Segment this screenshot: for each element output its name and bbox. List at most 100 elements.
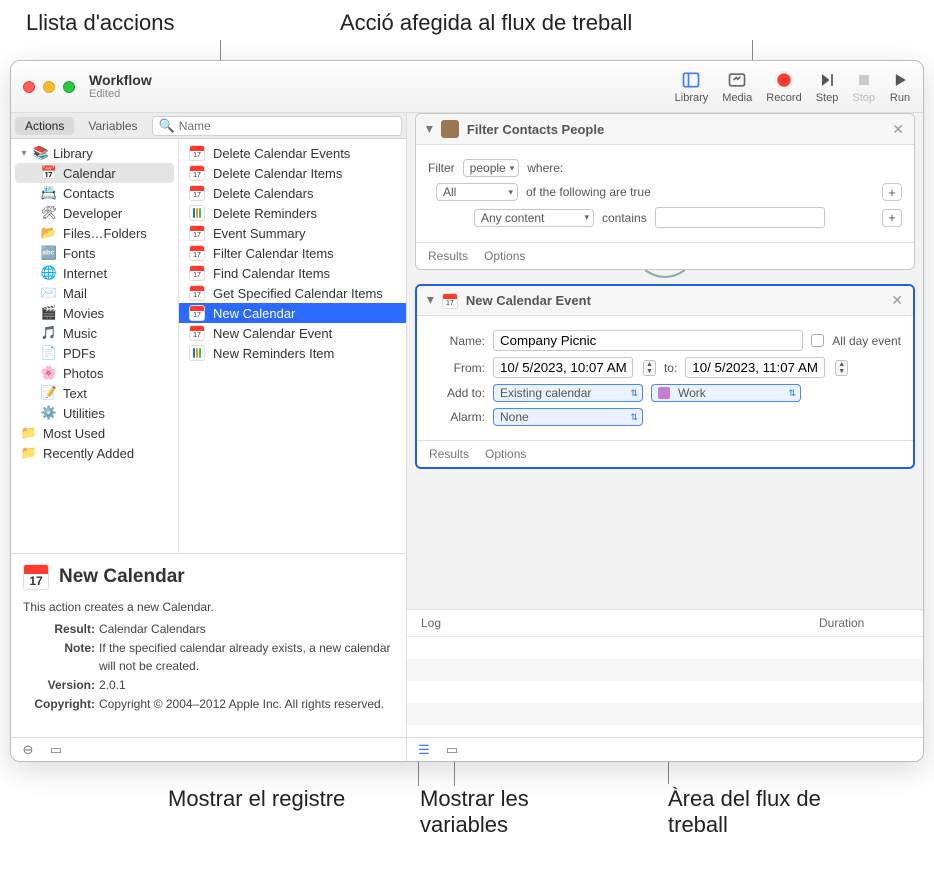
layout-icon[interactable]: ▭ bbox=[47, 741, 65, 759]
addto-select[interactable]: Existing calendar⇅ bbox=[493, 384, 643, 402]
toolbar-label: Step bbox=[816, 92, 839, 104]
action-delete-reminders[interactable]: Delete Reminders bbox=[179, 203, 406, 223]
action-delete-calendars[interactable]: 17Delete Calendars bbox=[179, 183, 406, 203]
action-find-calendar-items[interactable]: 17Find Calendar Items bbox=[179, 263, 406, 283]
category-fonts[interactable]: 🔤Fonts bbox=[11, 243, 178, 263]
category-developer[interactable]: 🛠Developer bbox=[11, 203, 178, 223]
show-variables-button[interactable]: ▭ bbox=[443, 741, 461, 759]
library-toggle-button[interactable]: Library bbox=[675, 70, 709, 104]
calendar-select[interactable]: Work⇅ bbox=[651, 384, 801, 402]
overflow-icon[interactable]: ⊖ bbox=[19, 741, 37, 759]
action-new-calendar[interactable]: 17 New Calendar bbox=[179, 303, 406, 323]
all-value: All bbox=[443, 185, 456, 199]
action-title: New Calendar Event bbox=[466, 293, 591, 308]
add-condition-button[interactable]: + bbox=[882, 209, 902, 227]
show-log-button[interactable]: ☰ bbox=[415, 741, 433, 759]
library-icon bbox=[680, 70, 702, 90]
library-tabbar: Actions Variables 🔍 bbox=[11, 113, 406, 139]
filter-select[interactable]: people▾ bbox=[463, 159, 520, 177]
close-window-button[interactable] bbox=[23, 81, 35, 93]
search-field[interactable]: 🔍 bbox=[152, 116, 403, 136]
disclosure-icon[interactable]: ▶ bbox=[425, 297, 436, 304]
addto-label: Add to: bbox=[429, 386, 485, 400]
allday-checkbox[interactable] bbox=[811, 334, 824, 347]
action-new-calendar-event[interactable]: 17New Calendar Event bbox=[179, 323, 406, 343]
category-pdfs[interactable]: 📄PDFs bbox=[11, 343, 178, 363]
disclosure-icon: ▾ bbox=[19, 148, 29, 159]
close-icon[interactable]: ✕ bbox=[892, 121, 904, 138]
action-description: 17 New Calendar This action creates a ne… bbox=[11, 553, 406, 737]
tab-actions[interactable]: Actions bbox=[15, 117, 74, 135]
category-utilities[interactable]: ⚙️Utilities bbox=[11, 403, 178, 423]
category-icon: 🔤 bbox=[41, 245, 57, 261]
library-header[interactable]: ▾ 📚 Library bbox=[11, 143, 178, 163]
results-button[interactable]: Results bbox=[429, 447, 469, 461]
action-delete-calendar-events[interactable]: 17Delete Calendar Events bbox=[179, 143, 406, 163]
options-button[interactable]: Options bbox=[485, 447, 526, 461]
category-music[interactable]: 🎵Music bbox=[11, 323, 178, 343]
close-icon[interactable]: ✕ bbox=[891, 292, 903, 309]
zoom-window-button[interactable] bbox=[63, 81, 75, 93]
category-recently-added[interactable]: 📁 Recently Added bbox=[11, 443, 178, 463]
description-title-text: New Calendar bbox=[59, 566, 185, 588]
options-button[interactable]: Options bbox=[484, 249, 525, 263]
desc-note-label: Note: bbox=[23, 639, 95, 675]
category-label: Photos bbox=[63, 366, 103, 381]
action-new-calendar-event[interactable]: ▶ 17 New Calendar Event ✕ Name: All day … bbox=[415, 284, 915, 469]
action-filter-contacts[interactable]: ▶ Filter Contacts People ✕ Filter people… bbox=[415, 113, 915, 270]
category-contacts[interactable]: 📇Contacts bbox=[11, 183, 178, 203]
category-label: Calendar bbox=[63, 166, 116, 181]
field-select[interactable]: Any content▾ bbox=[474, 209, 594, 227]
contains-input[interactable] bbox=[655, 207, 825, 228]
action-filter-calendar-items[interactable]: 17Filter Calendar Items bbox=[179, 243, 406, 263]
tab-variables[interactable]: Variables bbox=[78, 117, 147, 135]
category-label: Utilities bbox=[63, 406, 105, 421]
record-button[interactable]: Record bbox=[766, 70, 801, 104]
calendar-icon: 17 bbox=[189, 265, 205, 281]
step-button[interactable]: Step bbox=[816, 70, 839, 104]
action-new-reminders-item[interactable]: New Reminders Item bbox=[179, 343, 406, 363]
calendar-value: Work bbox=[678, 386, 706, 400]
category-most-used[interactable]: 📁 Most Used bbox=[11, 423, 178, 443]
action-get-specified-calendar-items[interactable]: 17Get Specified Calendar Items bbox=[179, 283, 406, 303]
library-header-label: Library bbox=[53, 146, 93, 161]
category-text[interactable]: 📝Text bbox=[11, 383, 178, 403]
to-stepper[interactable]: ▲▼ bbox=[835, 360, 848, 376]
folder-icon: 📁 bbox=[21, 425, 37, 441]
category-photos[interactable]: 🌸Photos bbox=[11, 363, 178, 383]
action-connector bbox=[407, 270, 923, 284]
library-pane: Actions Variables 🔍 ▾ 📚 Library 📅Calenda… bbox=[11, 113, 407, 761]
minimize-window-button[interactable] bbox=[43, 81, 55, 93]
results-button[interactable]: Results bbox=[428, 249, 468, 263]
desc-version-value: 2.0.1 bbox=[99, 676, 394, 694]
category-internet[interactable]: 🌐Internet bbox=[11, 263, 178, 283]
workflow-area[interactable]: ▶ Filter Contacts People ✕ Filter people… bbox=[407, 113, 923, 609]
action-event-summary[interactable]: 17Event Summary bbox=[179, 223, 406, 243]
event-name-input[interactable] bbox=[493, 330, 803, 351]
action-delete-calendar-items[interactable]: 17Delete Calendar Items bbox=[179, 163, 406, 183]
category-icon: 📄 bbox=[41, 345, 57, 361]
category-calendar[interactable]: 📅Calendar bbox=[15, 163, 174, 183]
calendar-icon: 17 bbox=[23, 564, 49, 590]
alarm-select[interactable]: None⇅ bbox=[493, 408, 643, 426]
to-date-input[interactable] bbox=[685, 357, 825, 378]
from-date-input[interactable] bbox=[493, 357, 633, 378]
contacts-icon bbox=[441, 120, 459, 138]
category-filesfolders[interactable]: 📂Files…Folders bbox=[11, 223, 178, 243]
media-button[interactable]: Media bbox=[722, 70, 752, 104]
category-mail[interactable]: ✉️Mail bbox=[11, 283, 178, 303]
toolbar-label: Run bbox=[890, 92, 910, 104]
folder-icon: 📁 bbox=[21, 445, 37, 461]
all-select[interactable]: All▾ bbox=[436, 183, 518, 201]
run-button[interactable]: Run bbox=[889, 70, 911, 104]
titlebar: Workflow Edited Library Media Record Ste… bbox=[11, 61, 923, 113]
action-label: New Calendar bbox=[213, 306, 295, 321]
from-stepper[interactable]: ▲▼ bbox=[643, 360, 656, 376]
search-input[interactable] bbox=[179, 119, 395, 133]
window-title-block: Workflow Edited bbox=[89, 73, 152, 100]
category-movies[interactable]: 🎬Movies bbox=[11, 303, 178, 323]
add-rule-button[interactable]: + bbox=[882, 183, 902, 201]
calendar-icon: 17 bbox=[189, 305, 205, 321]
disclosure-icon[interactable]: ▶ bbox=[424, 126, 435, 133]
duration-column-header: Duration bbox=[819, 616, 909, 630]
